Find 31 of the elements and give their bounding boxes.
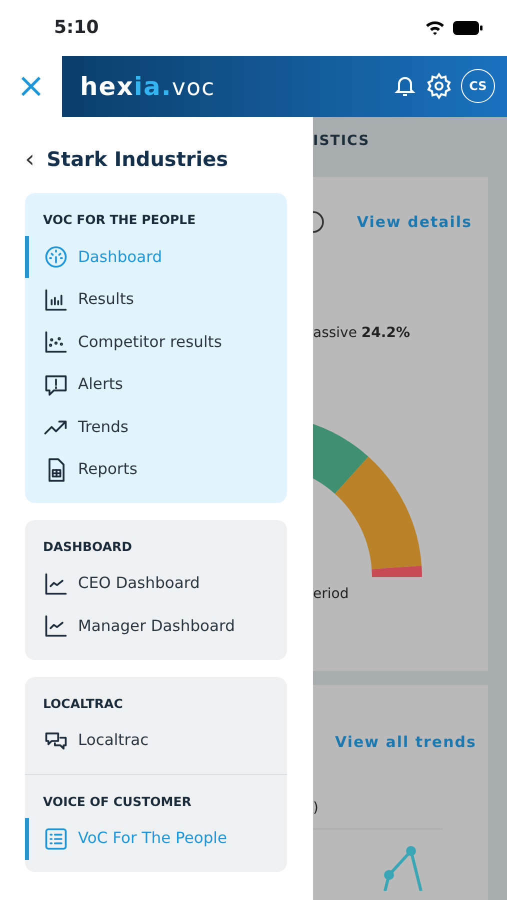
section-heading: VOICE OF CUSTOMER bbox=[42, 792, 192, 811]
section-heading: LOCALTRAC bbox=[42, 694, 124, 713]
line-chart-icon bbox=[43, 570, 69, 597]
menu-item[interactable]: Alerts bbox=[25, 363, 287, 406]
back-button[interactable]: ‹ bbox=[25, 147, 47, 172]
gauge-icon bbox=[43, 244, 69, 270]
menu-item[interactable]: Competitor results bbox=[25, 320, 287, 364]
section-title: ISTICS bbox=[313, 132, 371, 152]
menu-item[interactable]: Trends bbox=[25, 406, 287, 448]
battery-icon bbox=[453, 20, 483, 35]
bar-chart-icon bbox=[43, 286, 69, 313]
company-title: Stark Industries bbox=[46, 146, 228, 174]
menu-item[interactable]: CEO Dashboard bbox=[25, 562, 287, 606]
app-logo: hexia.voc bbox=[80, 70, 216, 103]
wifi-icon bbox=[425, 20, 445, 36]
menu-item[interactable]: Results bbox=[25, 278, 287, 321]
legend-text: ) bbox=[313, 798, 320, 818]
footnote-text: eriod bbox=[313, 585, 350, 604]
list-icon bbox=[43, 826, 69, 852]
menu-item[interactable]: Manager Dashboard bbox=[25, 605, 287, 648]
avatar-button[interactable]: CS bbox=[461, 69, 495, 104]
menu-item[interactable]: Localtrac bbox=[25, 719, 287, 762]
status-time: 5:10 bbox=[54, 16, 99, 40]
stat-text: assive 24.2% bbox=[313, 324, 411, 344]
section-heading: VOC FOR THE PEOPLE bbox=[42, 211, 197, 230]
line-chart-icon bbox=[43, 613, 69, 640]
settings-icon[interactable] bbox=[425, 72, 453, 100]
section-heading: DASHBOARD bbox=[42, 538, 134, 556]
bell-icon[interactable] bbox=[393, 74, 417, 98]
scatter-chart-icon bbox=[43, 329, 69, 356]
menu-item[interactable]: Reports bbox=[25, 448, 287, 491]
